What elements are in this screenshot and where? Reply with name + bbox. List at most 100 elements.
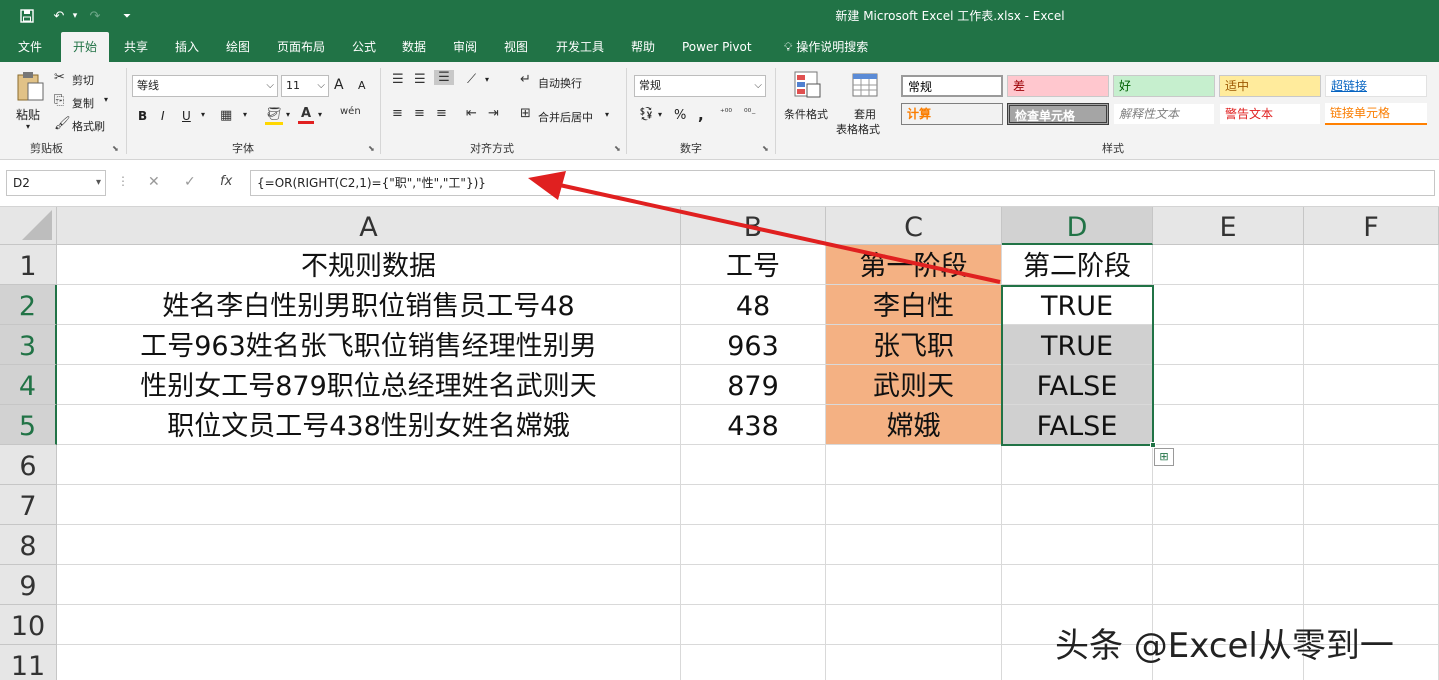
- cell-e2[interactable]: [1153, 285, 1304, 325]
- cell-b8[interactable]: [681, 525, 826, 565]
- underline-button[interactable]: U: [182, 109, 191, 123]
- cell-c5[interactable]: 嫦娥: [826, 405, 1002, 445]
- cell-f2[interactable]: [1304, 285, 1439, 325]
- cell-d7[interactable]: [1002, 485, 1153, 525]
- cell-c6[interactable]: [826, 445, 1002, 485]
- cell-c3[interactable]: 张飞职: [826, 325, 1002, 365]
- cell-b7[interactable]: [681, 485, 826, 525]
- percent-button[interactable]: %: [674, 108, 686, 123]
- cell-a6[interactable]: [57, 445, 681, 485]
- cell-c9[interactable]: [826, 565, 1002, 605]
- tab-review[interactable]: 审阅: [441, 32, 489, 62]
- cell-d2[interactable]: TRUE: [1002, 285, 1153, 325]
- tab-insert[interactable]: 插入: [163, 32, 211, 62]
- number-format-select[interactable]: 常规 ⌵: [634, 75, 766, 97]
- cancel-formula-icon[interactable]: ✕: [148, 174, 160, 190]
- clipboard-launcher-icon[interactable]: ⬊: [112, 144, 119, 153]
- row-header-4[interactable]: 4: [0, 365, 57, 405]
- format-as-table-button[interactable]: 套用 表格格式: [836, 68, 896, 136]
- tab-developer[interactable]: 开发工具: [544, 32, 616, 62]
- cell-b3[interactable]: 963: [681, 325, 826, 365]
- formula-input[interactable]: {=OR(RIGHT(C2,1)={"职","性","工"})}: [250, 170, 1435, 196]
- cell-d5[interactable]: FALSE: [1002, 405, 1153, 445]
- enter-formula-icon[interactable]: ✓: [184, 174, 196, 190]
- comma-button[interactable]: ,: [698, 106, 704, 124]
- cell-a1[interactable]: 不规则数据: [57, 245, 681, 285]
- cell-d9[interactable]: [1002, 565, 1153, 605]
- style-explanatory[interactable]: 解释性文本: [1113, 103, 1215, 125]
- row-header-2[interactable]: 2: [0, 285, 57, 325]
- align-left-icon[interactable]: ≡: [392, 106, 403, 121]
- wrap-text-icon[interactable]: ↵: [520, 72, 531, 87]
- tab-file[interactable]: 文件: [6, 32, 54, 62]
- row-header-11[interactable]: 11: [0, 645, 57, 680]
- cell-e3[interactable]: [1153, 325, 1304, 365]
- tab-draw[interactable]: 绘图: [214, 32, 262, 62]
- quick-analysis-icon[interactable]: ⊞: [1154, 448, 1174, 466]
- paste-button[interactable]: 粘贴 ▾: [10, 68, 50, 134]
- column-header-e[interactable]: E: [1153, 207, 1304, 245]
- wrap-text-button[interactable]: 自动换行: [538, 75, 582, 91]
- cut-icon[interactable]: ✂: [54, 70, 65, 85]
- copy-dropdown-icon[interactable]: ▾: [104, 95, 108, 104]
- font-color-dropdown-icon[interactable]: ▾: [318, 110, 322, 119]
- cell-f6[interactable]: [1304, 445, 1439, 485]
- font-color-icon[interactable]: A: [298, 106, 314, 124]
- cell-a8[interactable]: [57, 525, 681, 565]
- tab-view[interactable]: 视图: [492, 32, 540, 62]
- format-painter-icon[interactable]: 🖌︎: [54, 116, 71, 131]
- cell-e8[interactable]: [1153, 525, 1304, 565]
- cell-b5[interactable]: 438: [681, 405, 826, 445]
- tab-home[interactable]: 开始: [61, 32, 110, 62]
- tab-data[interactable]: 数据: [390, 32, 438, 62]
- cell-f8[interactable]: [1304, 525, 1439, 565]
- row-header-6[interactable]: 6: [0, 445, 57, 485]
- increase-decimal-icon[interactable]: ⁺⁰⁰: [720, 108, 732, 118]
- cell-b4[interactable]: 879: [681, 365, 826, 405]
- tab-help[interactable]: 帮助: [619, 32, 667, 62]
- row-header-10[interactable]: 10: [0, 605, 57, 645]
- orientation-icon[interactable]: ⟋: [467, 72, 476, 87]
- fill-color-icon[interactable]: 🪣︎: [265, 107, 283, 125]
- cell-d4[interactable]: FALSE: [1002, 365, 1153, 405]
- style-linked-cell[interactable]: 链接单元格: [1325, 103, 1427, 125]
- tab-page-layout[interactable]: 页面布局: [265, 32, 337, 62]
- cell-f5[interactable]: [1304, 405, 1439, 445]
- cell-a9[interactable]: [57, 565, 681, 605]
- cell-d6[interactable]: [1002, 445, 1153, 485]
- cell-e4[interactable]: [1153, 365, 1304, 405]
- cell-a4[interactable]: 性别女工号879职位总经理姓名武则天: [57, 365, 681, 405]
- cell-a10[interactable]: [57, 605, 681, 645]
- cell-d1[interactable]: 第二阶段: [1002, 245, 1153, 285]
- style-good[interactable]: 好: [1113, 75, 1215, 97]
- cell-a3[interactable]: 工号963姓名张飞职位销售经理性别男: [57, 325, 681, 365]
- cell-c4[interactable]: 武则天: [826, 365, 1002, 405]
- cell-b1[interactable]: 工号: [681, 245, 826, 285]
- column-header-d[interactable]: D: [1002, 207, 1153, 245]
- underline-dropdown-icon[interactable]: ▾: [201, 110, 205, 119]
- merge-center-button[interactable]: 合并后居中: [538, 109, 593, 125]
- increase-indent-icon[interactable]: ⇥: [488, 106, 499, 121]
- select-all-button[interactable]: [0, 207, 57, 245]
- style-neutral[interactable]: 适中: [1219, 75, 1321, 97]
- row-header-9[interactable]: 9: [0, 565, 57, 605]
- font-size-select[interactable]: 11 ⌵: [281, 75, 329, 97]
- copy-button[interactable]: 复制: [72, 95, 94, 111]
- cell-c10[interactable]: [826, 605, 1002, 645]
- column-header-b[interactable]: B: [681, 207, 826, 245]
- fill-color-dropdown-icon[interactable]: ▾: [286, 110, 290, 119]
- row-header-3[interactable]: 3: [0, 325, 57, 365]
- cell-e1[interactable]: [1153, 245, 1304, 285]
- orientation-dropdown-icon[interactable]: ▾: [485, 75, 489, 84]
- cell-b9[interactable]: [681, 565, 826, 605]
- borders-icon[interactable]: ▦: [220, 108, 232, 123]
- cell-f4[interactable]: [1304, 365, 1439, 405]
- column-header-c[interactable]: C: [826, 207, 1002, 245]
- cell-e6[interactable]: [1153, 445, 1304, 485]
- column-header-f[interactable]: F: [1304, 207, 1439, 245]
- row-header-1[interactable]: 1: [0, 245, 57, 285]
- conditional-formatting-button[interactable]: 条件格式: [782, 68, 834, 134]
- merge-dropdown-icon[interactable]: ▾: [605, 110, 609, 119]
- style-bad[interactable]: 差: [1007, 75, 1109, 97]
- row-header-7[interactable]: 7: [0, 485, 57, 525]
